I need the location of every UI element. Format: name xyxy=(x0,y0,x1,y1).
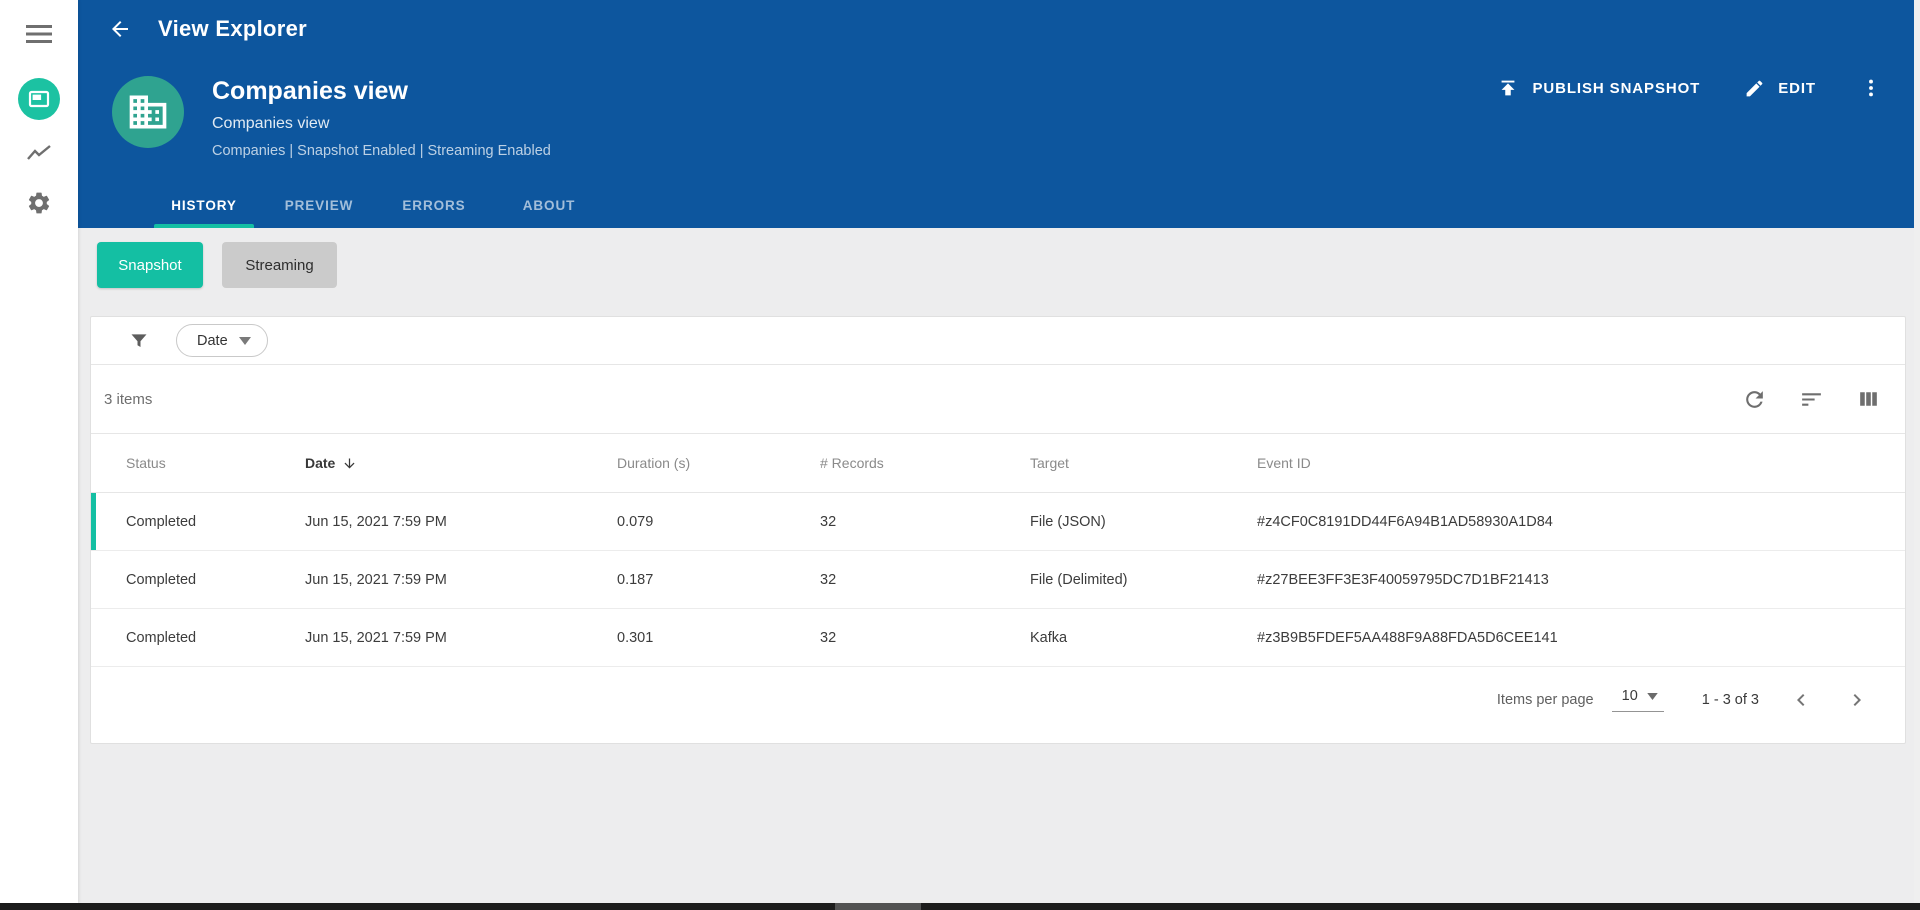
tab-about[interactable]: ABOUT xyxy=(501,182,597,228)
more-options-button[interactable] xyxy=(1860,76,1882,100)
column-header-event-id[interactable]: Event ID xyxy=(1257,455,1905,471)
horizontal-scrollbar-thumb[interactable] xyxy=(835,903,921,910)
hamburger-menu-button[interactable] xyxy=(26,24,52,44)
sidebar-item-settings[interactable] xyxy=(26,190,52,216)
main-area: View Explorer Companies view Companies v… xyxy=(78,0,1920,903)
cell-status: Completed xyxy=(126,513,197,530)
items-count: 3 items xyxy=(104,390,153,408)
table-row[interactable]: Completed Jun 15, 2021 7:59 PM 0.301 32 … xyxy=(91,609,1905,667)
trend-icon xyxy=(27,145,51,160)
pagination-bar: Items per page 10 1 - 3 of 3 xyxy=(91,667,1905,743)
column-header-status[interactable]: Status xyxy=(126,455,305,471)
tab-bar: HISTORY PREVIEW ERRORS ABOUT xyxy=(154,182,597,228)
next-page-button[interactable] xyxy=(1845,688,1869,712)
views-icon xyxy=(28,90,50,108)
refresh-button[interactable] xyxy=(1742,387,1767,412)
page-title: View Explorer xyxy=(158,16,308,41)
view-explorer-screen: View Explorer Companies view Companies v… xyxy=(0,0,1920,903)
building-icon xyxy=(129,95,167,129)
sort-lines-icon xyxy=(1802,392,1821,406)
tab-history[interactable]: HISTORY xyxy=(154,182,254,228)
avatar xyxy=(112,76,184,148)
edit-button[interactable]: EDIT xyxy=(1744,78,1816,99)
history-content: Snapshot Streaming Date 3 items Status D… xyxy=(78,228,1920,903)
left-icon-rail xyxy=(0,0,78,903)
cell-target: File (Delimited) xyxy=(1030,571,1128,588)
kebab-menu-icon xyxy=(1869,79,1873,97)
items-per-page-label: Items per page xyxy=(1496,692,1594,708)
table-header-row: Status Date Duration (s) # Records Targe… xyxy=(91,434,1905,493)
cell-date: Jun 15, 2021 7:59 PM xyxy=(305,571,447,588)
table-row[interactable]: Completed Jun 15, 2021 7:59 PM 0.187 32 … xyxy=(91,551,1905,609)
filter-bar: Date xyxy=(91,317,1905,365)
chevron-right-icon xyxy=(1853,694,1861,706)
column-header-records[interactable]: # Records xyxy=(820,455,1030,471)
app-bar: View Explorer xyxy=(78,0,1920,58)
entity-subtitle: Companies view xyxy=(212,115,330,132)
table-toolbar: 3 items xyxy=(91,365,1905,434)
cell-status: Completed xyxy=(126,571,197,588)
sidebar-item-views[interactable] xyxy=(18,78,60,120)
cell-event-id: #z3B9B5FDEF5AA488F9A88FDA5D6CEE141 xyxy=(1257,629,1558,646)
cell-target: Kafka xyxy=(1030,629,1068,646)
filter-button[interactable] xyxy=(129,331,149,351)
date-filter-label: Date xyxy=(197,332,228,349)
menu-icon xyxy=(26,25,52,43)
entity-meta: Companies | Snapshot Enabled | Streaming… xyxy=(212,143,551,159)
edit-icon xyxy=(1746,80,1763,96)
tab-preview[interactable]: PREVIEW xyxy=(271,182,367,228)
cell-event-id: #z4CF0C8191DD44F6A94B1AD58930A1D84 xyxy=(1257,513,1553,530)
columns-button[interactable] xyxy=(1856,387,1881,412)
edit-label: EDIT xyxy=(1778,79,1816,97)
page-size-select[interactable]: 10 xyxy=(1611,688,1664,712)
cell-date: Jun 15, 2021 7:59 PM xyxy=(305,629,447,646)
cell-duration: 0.301 xyxy=(617,629,654,646)
history-type-toggle: Snapshot Streaming xyxy=(97,242,1920,288)
vertical-scrollbar[interactable] xyxy=(1914,0,1920,903)
cell-records: 32 xyxy=(820,513,837,530)
cell-date: Jun 15, 2021 7:59 PM xyxy=(305,513,447,530)
cell-status: Completed xyxy=(126,629,197,646)
entity-title: Companies view xyxy=(212,77,408,105)
sort-button[interactable] xyxy=(1799,387,1824,412)
cell-duration: 0.187 xyxy=(617,571,654,588)
table-row[interactable]: Completed Jun 15, 2021 7:59 PM 0.079 32 … xyxy=(91,493,1905,551)
cell-event-id: #z27BEE3FF3E3F40059795DC7D1BF21413 xyxy=(1257,571,1549,588)
columns-icon xyxy=(1860,391,1877,406)
publish-icon xyxy=(1502,80,1515,96)
refresh-icon xyxy=(1746,390,1763,408)
settings-icon xyxy=(28,192,50,214)
column-header-target[interactable]: Target xyxy=(1030,455,1257,471)
header-actions: PUBLISH SNAPSHOT EDIT xyxy=(1497,76,1882,100)
tab-errors[interactable]: ERRORS xyxy=(386,182,482,228)
back-button[interactable] xyxy=(108,17,132,41)
cell-duration: 0.079 xyxy=(617,513,654,530)
column-header-duration[interactable]: Duration (s) xyxy=(617,455,820,471)
page-size-value: 10 xyxy=(1621,688,1638,704)
dropdown-caret-icon xyxy=(1647,692,1658,700)
previous-page-button[interactable] xyxy=(1789,688,1813,712)
dropdown-caret-icon xyxy=(238,336,251,345)
back-arrow-icon xyxy=(112,21,128,37)
date-filter-chip[interactable]: Date xyxy=(176,324,268,357)
selected-row-indicator xyxy=(91,493,96,550)
table-actions xyxy=(1742,387,1881,412)
cell-records: 32 xyxy=(820,629,837,646)
publish-snapshot-button[interactable]: PUBLISH SNAPSHOT xyxy=(1497,77,1700,99)
page-header: View Explorer Companies view Companies v… xyxy=(78,0,1920,228)
history-table-card: Date 3 items Status Date Duration (s) # … xyxy=(90,316,1906,744)
column-header-date[interactable]: Date xyxy=(305,455,617,471)
streaming-toggle-button[interactable]: Streaming xyxy=(222,242,337,288)
page-range-label: 1 - 3 of 3 xyxy=(1701,692,1759,708)
sort-desc-arrow-icon xyxy=(344,458,355,468)
sidebar-item-metrics[interactable] xyxy=(26,142,52,166)
publish-snapshot-label: PUBLISH SNAPSHOT xyxy=(1532,79,1701,97)
filter-funnel-icon xyxy=(131,333,147,347)
cell-target: File (JSON) xyxy=(1030,513,1106,530)
cell-records: 32 xyxy=(820,571,837,588)
horizontal-scrollbar[interactable] xyxy=(0,903,1920,910)
entity-info: Companies view Companies view Companies … xyxy=(212,76,551,159)
snapshot-toggle-button[interactable]: Snapshot xyxy=(97,242,203,288)
chevron-left-icon xyxy=(1797,694,1805,706)
